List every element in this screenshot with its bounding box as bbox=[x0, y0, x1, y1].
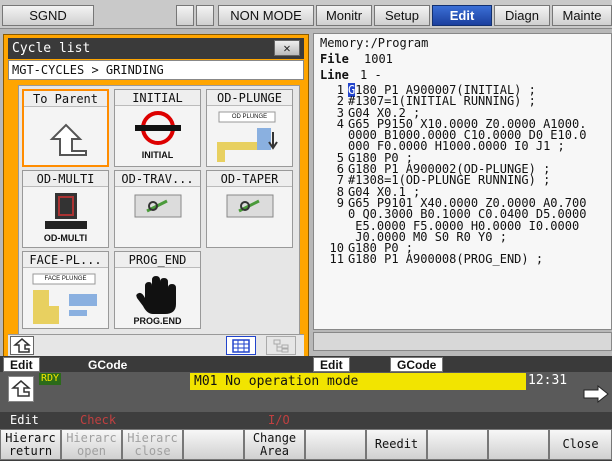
line-number: 11 bbox=[329, 252, 344, 267]
softkey-label: Hierarc bbox=[5, 430, 56, 445]
cycle-cell-od-trav[interactable]: OD-TRAV... bbox=[114, 170, 201, 248]
line-number bbox=[322, 221, 344, 232]
tab-non-mode[interactable]: NON MODE bbox=[218, 5, 314, 26]
cycle-label: PROG_END bbox=[115, 252, 200, 268]
tab-gcode-right[interactable]: GCode bbox=[390, 357, 444, 372]
close-icon: ✕ bbox=[283, 41, 291, 55]
tab-gcode-left[interactable]: GCode bbox=[82, 357, 134, 372]
cycle-list-window: Cycle list ✕ MGT-CYCLES > GRINDING To Pa… bbox=[3, 34, 309, 357]
cycle-list-title: Cycle list bbox=[12, 41, 91, 56]
line-number bbox=[322, 130, 344, 141]
tree-view-icon bbox=[273, 339, 289, 352]
cycle-path-breadcrumb: MGT-CYCLES > GRINDING bbox=[8, 60, 304, 80]
cycle-cell-od-taper[interactable]: OD-TAPER bbox=[206, 170, 293, 248]
tab-edit-right[interactable]: Edit bbox=[313, 357, 350, 372]
softkey-label: Change bbox=[252, 430, 297, 445]
cycle-label: OD-TAPER bbox=[207, 171, 292, 187]
initial-caption: INITIAL bbox=[141, 150, 174, 160]
tab-monitr[interactable]: Monitr bbox=[316, 5, 372, 26]
cycle-label: To Parent bbox=[24, 91, 107, 107]
od-taper-icon bbox=[226, 194, 274, 218]
cycle-label: OD-PLUNGE bbox=[207, 90, 292, 106]
face-plunge-caption: FACE PLUNGE bbox=[44, 276, 87, 282]
softkey-close[interactable]: Close bbox=[549, 429, 612, 460]
cycle-cell-od-multi[interactable]: OD-MULTI OD-MULTI bbox=[22, 170, 109, 248]
line-number: 4 bbox=[336, 116, 344, 131]
softkey-label: return bbox=[8, 443, 53, 458]
softkey-reedit[interactable]: Reedit bbox=[366, 429, 427, 460]
tab-edit[interactable]: Edit bbox=[432, 5, 492, 26]
file-number: 1001 bbox=[364, 52, 393, 66]
memory-path: Memory:/Program bbox=[320, 36, 429, 50]
softkey-label: Close bbox=[562, 437, 599, 451]
top-tab-bar: SGND NON MODE Monitr Setup Edit Diagn Ma… bbox=[0, 0, 612, 29]
tree-view-button[interactable] bbox=[266, 336, 296, 355]
tab-sgnd[interactable]: SGND bbox=[2, 5, 94, 26]
softkey-group-check: Check bbox=[80, 413, 117, 427]
softkey-label: Hierarc bbox=[66, 430, 117, 445]
cycle-cell-face-plunge[interactable]: FACE-PL... FACE PLUNGE bbox=[22, 251, 109, 329]
cycle-label: OD-MULTI bbox=[23, 171, 108, 187]
softkey-label: close bbox=[134, 443, 171, 458]
program-panel: Memory:/Program File 1001 Line 1 - 1 G180… bbox=[313, 33, 612, 330]
tab-setup[interactable]: Setup bbox=[374, 5, 430, 26]
cycle-bottom-bar bbox=[8, 334, 304, 356]
cycle-list-titlebar: Cycle list ✕ bbox=[8, 38, 304, 59]
arrow-right-icon bbox=[583, 384, 609, 404]
softkey-blank-8[interactable] bbox=[427, 429, 488, 460]
softkey-blank-6[interactable] bbox=[305, 429, 366, 460]
line-label: Line bbox=[320, 68, 349, 82]
softkey-label: open bbox=[77, 443, 106, 458]
od-multi-caption: OD-MULTI bbox=[43, 233, 88, 243]
od-trav-icon bbox=[134, 194, 182, 218]
next-page-button[interactable] bbox=[582, 382, 610, 404]
line-number: 9 bbox=[336, 195, 344, 210]
cycle-label: FACE-PL... bbox=[23, 252, 108, 268]
recall-button[interactable] bbox=[8, 376, 34, 402]
hierarchy-up-button[interactable] bbox=[10, 336, 34, 355]
line-number: 1 - bbox=[360, 68, 382, 82]
softkey-group-io: I/O bbox=[268, 413, 290, 427]
file-label: File bbox=[320, 52, 349, 66]
up-arrow-icon bbox=[11, 380, 31, 397]
softkey-hierarchy-close[interactable]: Hierarc close bbox=[122, 429, 183, 460]
up-arrow-icon bbox=[13, 337, 31, 353]
cycle-cell-to-parent[interactable]: To Parent bbox=[22, 89, 109, 167]
ready-indicator: RDY bbox=[39, 373, 61, 385]
tab-blank-2[interactable] bbox=[196, 5, 214, 26]
program-code[interactable]: 1 G180 P1 A900007(INITIAL) ; 2 #1307=1(INI… bbox=[322, 83, 606, 267]
softkey-hierarchy-open[interactable]: Hierarc open bbox=[61, 429, 122, 460]
cycle-label: INITIAL bbox=[115, 90, 200, 106]
softkey-label: Reedit bbox=[374, 437, 419, 451]
cycle-cell-od-plunge[interactable]: OD-PLUNGE OD PLUNGE bbox=[206, 89, 293, 167]
softkey-blank-4[interactable] bbox=[183, 429, 244, 460]
close-button[interactable]: ✕ bbox=[274, 40, 300, 56]
grid-view-button[interactable] bbox=[226, 336, 256, 355]
tab-edit-left[interactable]: Edit bbox=[3, 357, 40, 372]
softkey-change-area[interactable]: Change Area bbox=[244, 429, 305, 460]
softkey-group-edit: Edit bbox=[10, 413, 39, 427]
tab-mainte[interactable]: Mainte bbox=[552, 5, 612, 26]
softkey-blank-9[interactable] bbox=[488, 429, 549, 460]
grid-view-icon bbox=[232, 338, 250, 353]
softkey-label: Area bbox=[260, 443, 289, 458]
od-plunge-caption: OD PLUNGE bbox=[231, 114, 268, 120]
alarm-message: M01 No operation mode bbox=[190, 373, 526, 390]
up-arrow-icon bbox=[49, 123, 87, 156]
tab-blank-1[interactable] bbox=[176, 5, 194, 26]
cycle-cell-prog-end[interactable]: PROG_END PROG.END bbox=[114, 251, 201, 329]
softkey-label: Hierarc bbox=[127, 430, 178, 445]
line-text: G180 P1 A900008(PROG_END) ; bbox=[348, 252, 544, 267]
prog-end-caption: PROG.END bbox=[133, 316, 182, 326]
cycle-grid: To Parent INITIAL INITIAL OD-PLUNGE OD P… bbox=[18, 85, 300, 355]
cycle-cell-initial[interactable]: INITIAL INITIAL bbox=[114, 89, 201, 167]
line-number bbox=[322, 209, 344, 220]
tab-diagn[interactable]: Diagn bbox=[494, 5, 550, 26]
code-line[interactable]: 11 G180 P1 A900008(PROG_END) ; bbox=[322, 252, 606, 267]
program-input-bar[interactable] bbox=[313, 332, 612, 351]
softkey-hierarchy-return[interactable]: Hierarc return bbox=[0, 429, 61, 460]
cycle-label: OD-TRAV... bbox=[115, 171, 200, 187]
